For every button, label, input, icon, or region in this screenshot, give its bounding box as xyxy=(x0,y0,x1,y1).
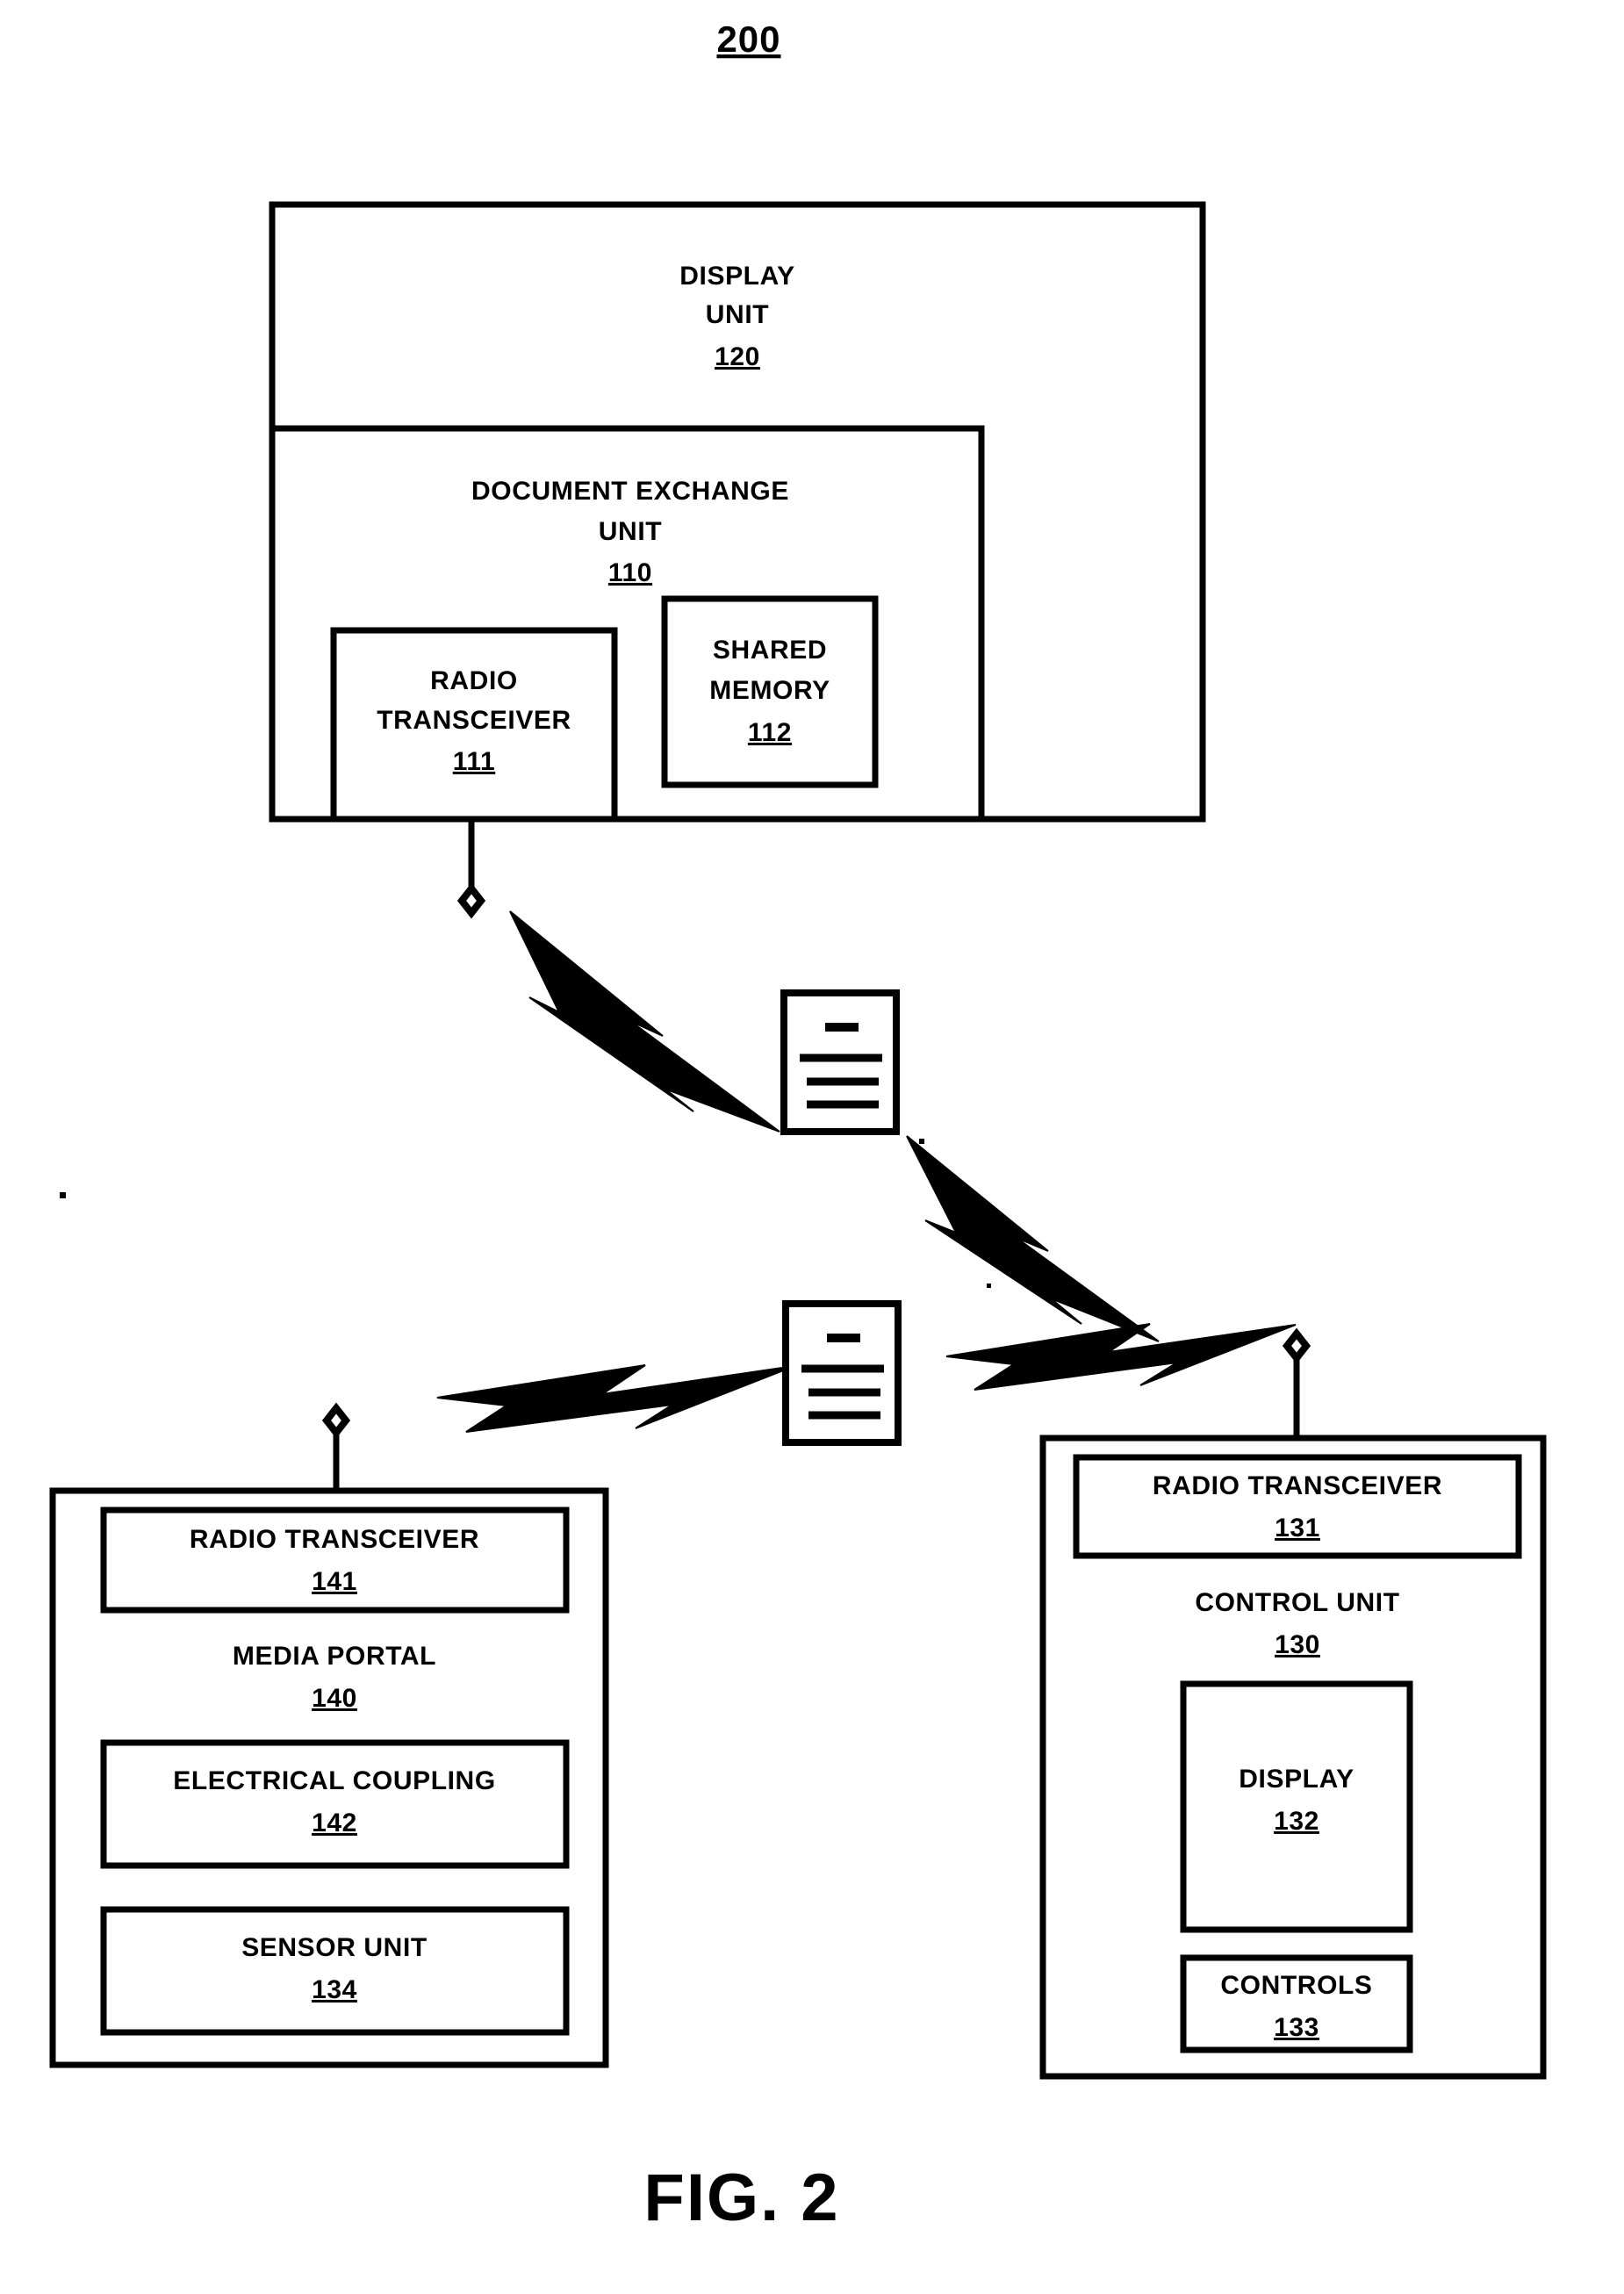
scan-speck xyxy=(987,1284,991,1288)
document-exchange-unit-label-line2: UNIT xyxy=(599,517,662,546)
patent-figure-root: 200 DISPLAY UNIT 120 DOCUMENT EXCHANGE U… xyxy=(0,0,1624,2294)
display-132-label: DISPLAY xyxy=(1239,1765,1354,1794)
figure-reference-number: 200 xyxy=(716,18,780,60)
sensor-unit-box xyxy=(100,1906,570,2036)
shared-memory-label-line2: MEMORY xyxy=(709,676,830,705)
lightning-bolt-icon-upper-left xyxy=(509,910,780,1133)
radio-transceiver-111-label-line1: RADIO xyxy=(430,666,518,695)
radio-transceiver-131-number: 131 xyxy=(1275,1514,1320,1543)
control-unit-number: 130 xyxy=(1275,1630,1320,1659)
figure-caption: FIG. 2 xyxy=(643,2161,839,2235)
antenna-media-portal-icon xyxy=(321,1402,351,1491)
scan-speck xyxy=(919,1139,924,1144)
lightning-bolt-icon-lower-right xyxy=(945,1323,1297,1391)
controls-133-label: CONTROLS xyxy=(1220,1971,1372,2000)
electrical-coupling-label: ELECTRICAL COUPLING xyxy=(173,1766,496,1795)
shared-memory-label-line1: SHARED xyxy=(713,636,827,665)
document-icon-upper xyxy=(780,989,900,1135)
sensor-unit-number: 134 xyxy=(312,1975,357,2004)
control-unit-label: CONTROL UNIT xyxy=(1195,1588,1399,1617)
media-portal-label: MEDIA PORTAL xyxy=(233,1642,436,1671)
radio-transceiver-111-label-line2: TRANSCEIVER xyxy=(377,706,571,735)
document-icon-lower xyxy=(782,1300,902,1446)
display-132-number: 132 xyxy=(1274,1807,1319,1836)
radio-transceiver-141-label: RADIO TRANSCEIVER xyxy=(190,1525,479,1554)
document-exchange-unit-number: 110 xyxy=(608,558,652,587)
document-exchange-unit-label-line1: DOCUMENT EXCHANGE xyxy=(471,477,789,506)
lightning-bolt-icon-lower-left xyxy=(436,1364,795,1433)
shared-memory-number: 112 xyxy=(748,718,792,747)
radio-transceiver-131-label: RADIO TRANSCEIVER xyxy=(1153,1471,1442,1500)
display-unit-number: 120 xyxy=(715,342,760,371)
radio-transceiver-141-number: 141 xyxy=(312,1567,357,1596)
antenna-top-icon xyxy=(456,819,486,919)
display-unit-label-line1: DISPLAY xyxy=(679,262,794,291)
controls-133-number: 133 xyxy=(1274,2013,1319,2042)
figure-2-diagram: 200 DISPLAY UNIT 120 DOCUMENT EXCHANGE U… xyxy=(49,18,1547,2235)
electrical-coupling-box xyxy=(100,1739,570,1869)
electrical-coupling-number: 142 xyxy=(312,1809,357,1837)
radio-transceiver-111-number: 111 xyxy=(453,747,496,776)
lightning-bolt-icon-upper-right xyxy=(906,1135,1160,1342)
media-portal-number: 140 xyxy=(312,1684,357,1713)
scan-speck xyxy=(60,1192,66,1198)
sensor-unit-label: SENSOR UNIT xyxy=(241,1933,428,1962)
antenna-control-unit-icon xyxy=(1282,1327,1311,1438)
display-unit-label-line2: UNIT xyxy=(706,300,769,329)
